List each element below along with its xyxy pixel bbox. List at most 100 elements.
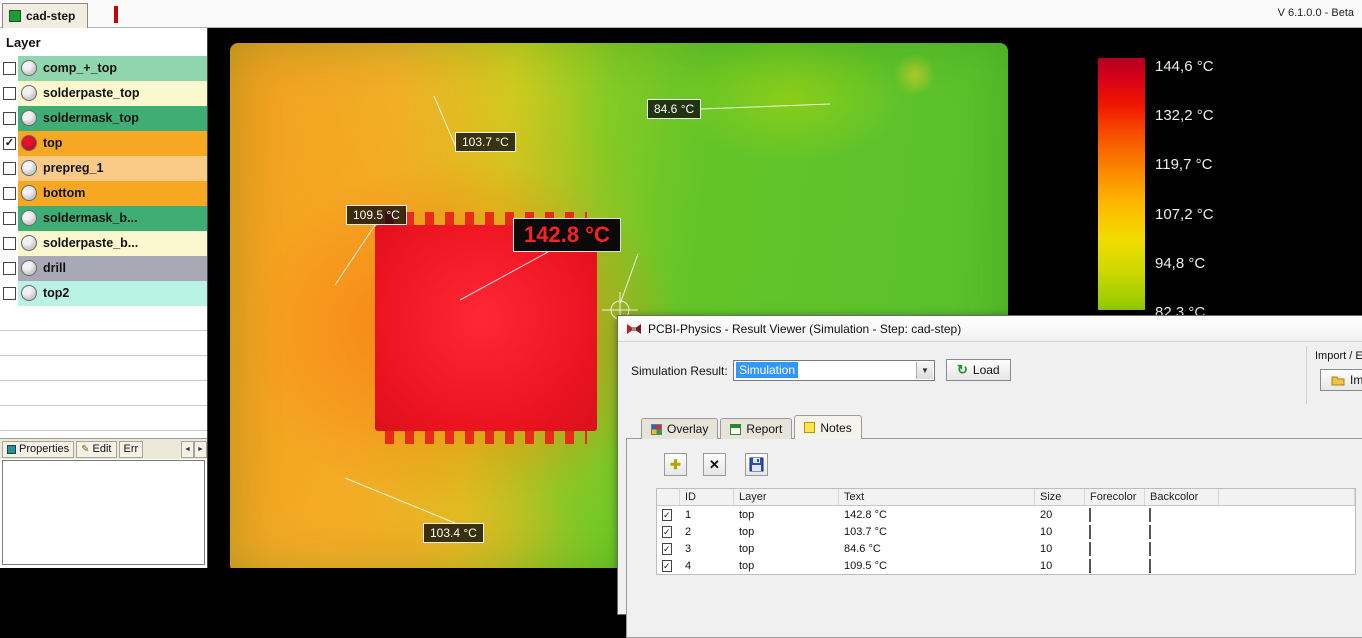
close-icon: ✕ — [709, 457, 720, 473]
table-row[interactable]: 3 top 84.6 °C 10 — [657, 540, 1355, 557]
chevron-down-icon[interactable]: ▼ — [916, 362, 933, 379]
row-checkbox[interactable] — [662, 560, 672, 572]
table-row[interactable]: 4 top 109.5 °C 10 — [657, 557, 1355, 574]
simulation-result-combobox[interactable]: Simulation ▼ — [733, 360, 935, 381]
header-backcolor: Backcolor — [1145, 489, 1219, 505]
version-label: V 6.1.0.0 - Beta — [1278, 7, 1354, 19]
top-tab-strip: cad-step V 6.1.0.0 - Beta — [0, 0, 1362, 28]
layer-checkbox[interactable] — [3, 162, 16, 175]
header-layer: Layer — [734, 489, 839, 505]
cell-layer: top — [734, 560, 839, 572]
layer-label: bottom — [43, 186, 85, 200]
layer-label: comp_+_top — [43, 61, 117, 75]
layer-row-solderpaste-top[interactable]: solderpaste_top — [0, 81, 207, 106]
tab-report-label: Report — [746, 422, 782, 436]
forecolor-swatch[interactable] — [1089, 525, 1091, 539]
layer-checkbox[interactable] — [3, 262, 16, 275]
layer-checkbox[interactable] — [3, 137, 16, 150]
document-tab-cad-step[interactable]: cad-step — [2, 3, 88, 28]
layer-color-dot — [21, 160, 37, 176]
tab-overlay[interactable]: Overlay — [641, 418, 718, 439]
scale-label: 94,8 °C — [1155, 255, 1205, 272]
table-row[interactable]: 1 top 142.8 °C 20 — [657, 506, 1355, 523]
errors-tab[interactable]: Err — [119, 441, 144, 458]
result-viewer-dialog: PCBI-Physics - Result Viewer (Simulation… — [617, 315, 1362, 615]
layer-checkbox[interactable] — [3, 87, 16, 100]
layer-label: solderpaste_b... — [43, 236, 138, 250]
dialog-title-bar[interactable]: PCBI-Physics - Result Viewer (Simulation… — [618, 316, 1362, 342]
layer-checkbox[interactable] — [3, 187, 16, 200]
layer-label: top2 — [43, 286, 69, 300]
delete-note-button[interactable]: ✕ — [703, 453, 726, 476]
pcbi-physics-icon — [626, 321, 642, 337]
hot-component — [375, 225, 597, 431]
cell-size: 20 — [1035, 509, 1085, 521]
row-checkbox[interactable] — [662, 509, 672, 521]
layer-checkbox[interactable] — [3, 62, 16, 75]
layer-checkbox[interactable] — [3, 237, 16, 250]
tab-overlay-label: Overlay — [667, 422, 708, 436]
layer-color-dot — [21, 260, 37, 276]
properties-tab[interactable]: Properties — [2, 441, 74, 458]
notes-table-header: ID Layer Text Size Forecolor Backcolor — [657, 489, 1355, 506]
layer-checkbox[interactable] — [3, 212, 16, 225]
tab-report[interactable]: Report — [720, 418, 792, 439]
scroll-left-arrow[interactable]: ◄ — [181, 441, 194, 458]
cell-layer: top — [734, 543, 839, 555]
hotspot-temp-annotation[interactable]: 142.8 °C — [513, 218, 621, 252]
forecolor-swatch[interactable] — [1089, 508, 1091, 522]
layer-label: prepreg_1 — [43, 161, 103, 175]
backcolor-swatch[interactable] — [1149, 508, 1151, 522]
backcolor-swatch[interactable] — [1149, 525, 1151, 539]
layer-row-bottom[interactable]: bottom — [0, 181, 207, 206]
dialog-title: PCBI-Physics - Result Viewer (Simulation… — [648, 322, 961, 336]
layer-row-top2[interactable]: top2 — [0, 281, 207, 306]
row-checkbox[interactable] — [662, 526, 672, 538]
scroll-right-arrow[interactable]: ► — [194, 441, 207, 458]
edit-tab[interactable]: ✎ Edit — [76, 441, 116, 458]
cell-id: 2 — [680, 526, 734, 538]
tab-notes[interactable]: Notes — [794, 415, 861, 439]
forecolor-swatch[interactable] — [1089, 559, 1091, 573]
backcolor-swatch[interactable] — [1149, 559, 1151, 573]
layer-empty-row — [0, 306, 207, 331]
properties-content-panel — [2, 460, 205, 565]
temp-annotation[interactable]: 109.5 °C — [346, 205, 407, 225]
temp-annotation[interactable]: 84.6 °C — [647, 99, 701, 119]
header-spacer — [1219, 489, 1355, 505]
header-checkbox-column — [657, 489, 680, 505]
layer-color-dot — [21, 85, 37, 101]
layer-row-soldermask-top[interactable]: soldermask_top — [0, 106, 207, 131]
backcolor-swatch[interactable] — [1149, 542, 1151, 556]
properties-tab-label: Properties — [19, 443, 69, 455]
import-group-separator — [1306, 346, 1307, 404]
forecolor-swatch[interactable] — [1089, 542, 1091, 556]
layer-label: drill — [43, 261, 66, 275]
temp-annotation[interactable]: 103.4 °C — [423, 523, 484, 543]
row-checkbox[interactable] — [662, 543, 672, 555]
layer-row-comp-top[interactable]: comp_+_top — [0, 56, 207, 81]
add-note-button[interactable]: ✚ — [664, 453, 687, 476]
folder-icon — [1331, 374, 1345, 386]
cell-id: 1 — [680, 509, 734, 521]
load-button[interactable]: ↻ Load — [946, 359, 1011, 381]
scale-label: 107,2 °C — [1155, 206, 1214, 223]
save-notes-button[interactable] — [745, 453, 768, 476]
cell-size: 10 — [1035, 526, 1085, 538]
properties-tab-bar: Properties ✎ Edit Err ◄ ► — [0, 438, 207, 459]
table-row[interactable]: 2 top 103.7 °C 10 — [657, 523, 1355, 540]
scale-label: 144,6 °C — [1155, 58, 1214, 75]
layer-row-prepreg-1[interactable]: prepreg_1 — [0, 156, 207, 181]
layer-checkbox[interactable] — [3, 112, 16, 125]
refresh-icon: ↻ — [957, 362, 968, 378]
layer-row-top[interactable]: top — [0, 131, 207, 156]
layer-label: solderpaste_top — [43, 86, 140, 100]
layer-row-solderpaste-bottom[interactable]: solderpaste_b... — [0, 231, 207, 256]
layer-row-drill[interactable]: drill — [0, 256, 207, 281]
import-button[interactable]: Imp — [1320, 369, 1362, 391]
layer-label: top — [43, 136, 62, 150]
layer-row-soldermask-bottom[interactable]: soldermask_b... — [0, 206, 207, 231]
temp-annotation[interactable]: 103.7 °C — [455, 132, 516, 152]
layer-checkbox[interactable] — [3, 287, 16, 300]
errors-tab-label: Err — [124, 443, 139, 455]
